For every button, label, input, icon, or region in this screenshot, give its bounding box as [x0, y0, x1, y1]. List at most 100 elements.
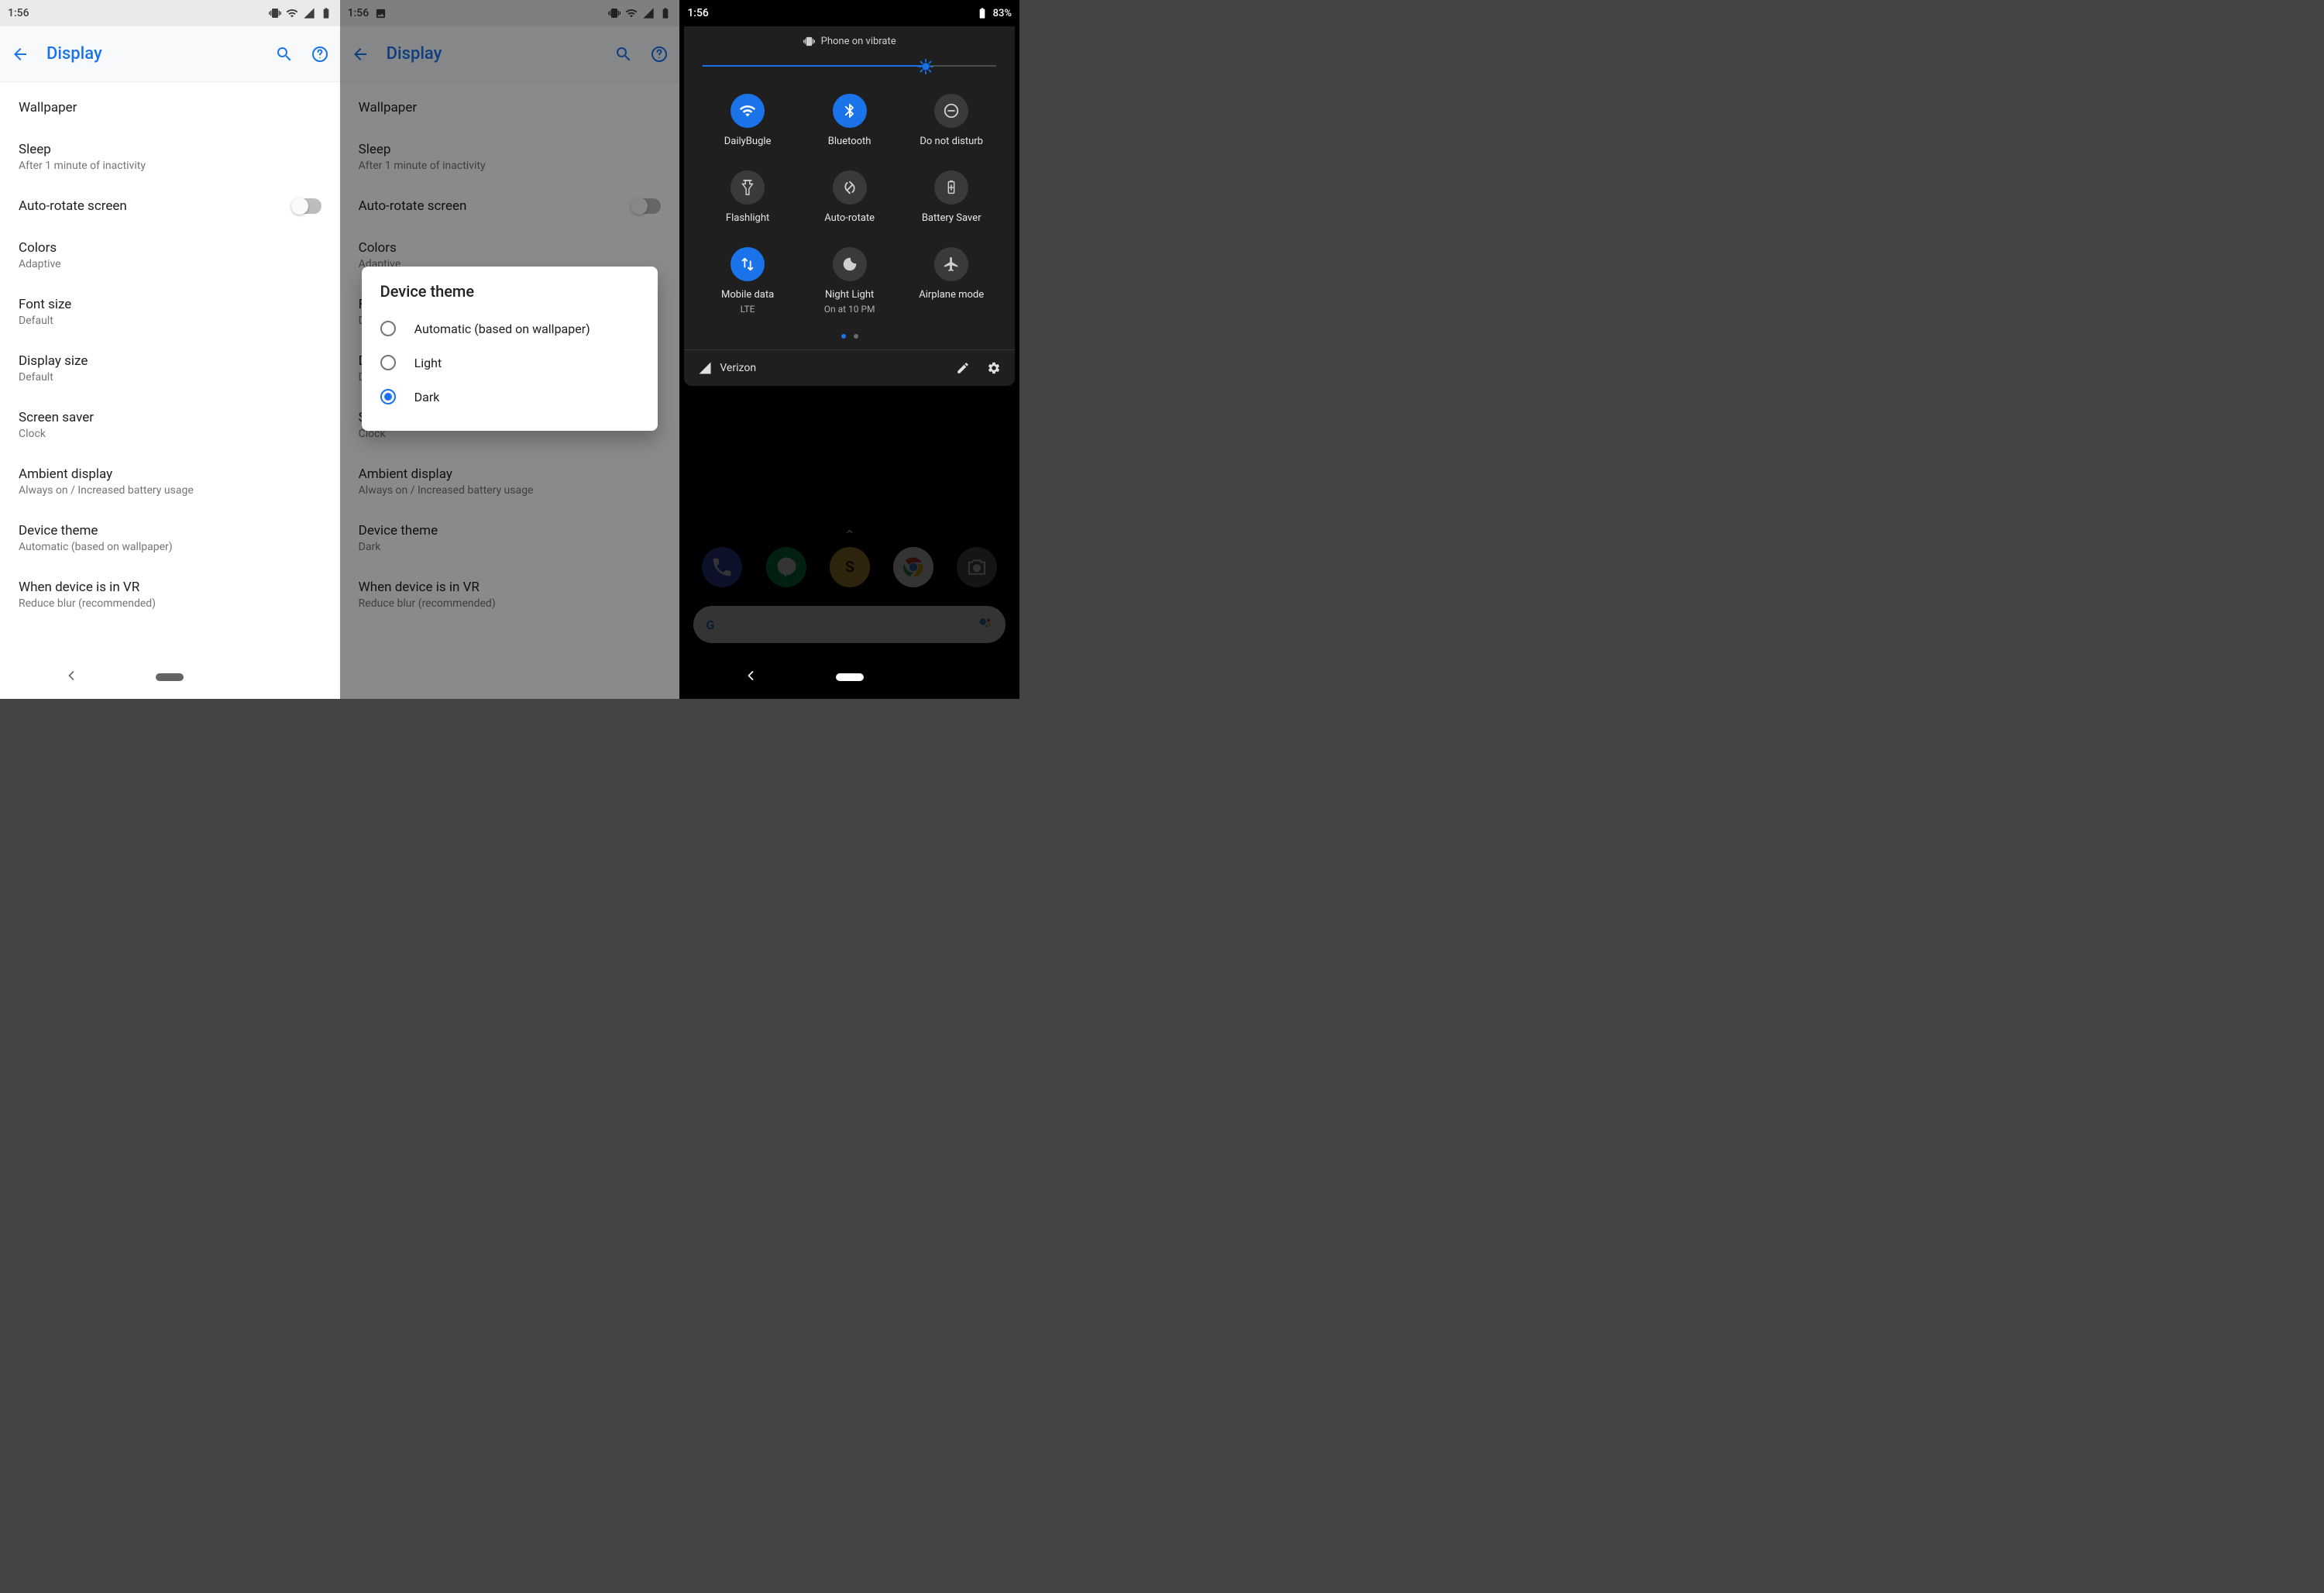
tile-label: Auto-rotate	[824, 212, 875, 224]
screenshot-display-settings: 1:56 Display Wallpaper Sleep After 1 minut…	[0, 0, 340, 699]
tile-label: Airplane mode	[919, 289, 984, 301]
wifi-icon	[731, 94, 765, 128]
plane-icon	[934, 247, 968, 281]
flash-icon	[731, 170, 765, 205]
radio-label: Light	[414, 356, 442, 370]
edit-icon[interactable]	[956, 361, 970, 375]
tile-label: Battery Saver	[922, 212, 982, 224]
brightness-slider[interactable]	[703, 55, 996, 77]
settings-list: Wallpaper Sleep After 1 minute of inactivi…	[0, 82, 340, 628]
item-subtitle: Default	[19, 315, 71, 327]
data-icon	[731, 247, 765, 281]
radio-circle-icon	[380, 389, 396, 404]
item-title: Wallpaper	[19, 100, 77, 115]
tile-label: Night Light	[825, 289, 874, 301]
radio-label: Automatic (based on wallpaper)	[414, 322, 590, 336]
status-icons	[269, 7, 332, 19]
qs-tile-mobile-data[interactable]: Mobile dataLTE	[696, 247, 799, 315]
radio-circle-icon	[380, 355, 396, 370]
settings-item-display-size[interactable]: Display sizeDefault	[0, 340, 340, 397]
battery-icon	[320, 7, 332, 19]
item-subtitle: After 1 minute of inactivity	[19, 160, 146, 172]
nav-back-icon[interactable]	[64, 668, 79, 686]
screenshot-theme-dialog: 1:56 Display WallpaperSleepAfter 1 minut…	[340, 0, 680, 699]
item-title: Sleep	[19, 142, 146, 157]
pager-dot	[841, 334, 846, 339]
qs-tile-dailybugle[interactable]: DailyBugle	[696, 94, 799, 147]
item-subtitle: Adaptive	[19, 258, 61, 270]
qs-tile-grid: DailyBugle Bluetooth Do not disturb Flashli…	[696, 88, 1002, 319]
nav-home-pill[interactable]	[156, 673, 184, 681]
item-title: Font size	[19, 297, 71, 312]
qs-tile-flashlight[interactable]: Flashlight	[696, 170, 799, 224]
brightness-thumb-icon[interactable]	[917, 58, 934, 75]
nav-bar	[679, 655, 1019, 699]
settings-item-when-device-is-in-vr[interactable]: When device is in VR Reduce blur (recomme…	[0, 566, 340, 623]
carrier-label: Verizon	[720, 362, 756, 374]
item-title: When device is in VR	[19, 580, 156, 595]
toggle-switch[interactable]	[294, 198, 321, 214]
qs-tile-airplane-mode[interactable]: Airplane mode	[900, 247, 1002, 315]
tile-label: Do not disturb	[920, 136, 983, 147]
battery-icon	[976, 7, 988, 19]
search-icon[interactable]	[275, 45, 294, 64]
tile-label: Flashlight	[726, 212, 769, 224]
slider-fill	[703, 65, 926, 67]
tile-label: DailyBugle	[724, 136, 772, 147]
settings-item-wallpaper[interactable]: Wallpaper	[0, 87, 340, 129]
screenshot-quick-settings: S ⌃ G 1:56 83% Phone on vibrate DailyBug…	[679, 0, 1019, 699]
settings-item-ambient-display[interactable]: Ambient display Always on / Increased bat…	[0, 453, 340, 510]
qs-header-text: Phone on vibrate	[821, 36, 896, 47]
page-title: Display	[46, 44, 258, 64]
gear-icon[interactable]	[987, 361, 1001, 375]
radio-circle-icon	[380, 321, 396, 336]
item-title: Display size	[19, 353, 88, 369]
quick-settings-panel: Phone on vibrate DailyBugle Bluetooth Do n…	[684, 26, 1015, 386]
vibrate-icon	[803, 36, 815, 47]
back-arrow-icon[interactable]	[11, 45, 29, 64]
tile-sublabel: On at 10 PM	[824, 304, 875, 315]
wifi-icon	[286, 7, 298, 19]
item-title: Ambient display	[19, 466, 194, 482]
settings-item-screen-saver[interactable]: Screen saverClock	[0, 397, 340, 453]
signal-icon	[698, 361, 712, 375]
radio-option-dark[interactable]: Dark	[380, 380, 640, 414]
tile-label: Bluetooth	[828, 136, 871, 147]
qs-header[interactable]: Phone on vibrate	[696, 34, 1002, 52]
app-bar: Display	[0, 26, 340, 82]
nav-back-icon[interactable]	[743, 668, 758, 686]
signal-icon	[303, 7, 315, 19]
item-title: Device theme	[19, 523, 173, 538]
device-theme-dialog: Device theme Automatic (based on wallpap…	[362, 267, 658, 431]
tile-sublabel: LTE	[741, 304, 755, 315]
settings-item-device-theme[interactable]: Device themeAutomatic (based on wallpape…	[0, 510, 340, 566]
settings-item-colors[interactable]: Colors Adaptive	[0, 227, 340, 284]
item-subtitle: Reduce blur (recommended)	[19, 597, 156, 610]
status-time: 1:56	[8, 7, 29, 19]
help-icon[interactable]	[311, 45, 329, 64]
settings-item-auto-rotate-screen[interactable]: Auto-rotate screen	[0, 185, 340, 227]
qs-tile-auto-rotate[interactable]: Auto-rotate	[799, 170, 901, 224]
qs-footer: Verizon	[684, 349, 1015, 386]
radio-option-light[interactable]: Light	[380, 346, 640, 380]
radio-option-automatic-based-on-wallpaper-[interactable]: Automatic (based on wallpaper)	[380, 311, 640, 346]
qs-tile-night-light[interactable]: Night Light On at 10 PM	[799, 247, 901, 315]
battery-pct: 83%	[993, 8, 1012, 19]
settings-item-sleep[interactable]: Sleep After 1 minute of inactivity	[0, 129, 340, 185]
item-subtitle: Always on / Increased battery usage	[19, 484, 194, 497]
dnd-icon	[934, 94, 968, 128]
settings-item-font-size[interactable]: Font size Default	[0, 284, 340, 340]
item-title: Colors	[19, 240, 61, 256]
moon-icon	[833, 247, 867, 281]
nav-bar	[0, 655, 340, 699]
item-title: Screen saver	[19, 410, 94, 425]
batt-icon	[934, 170, 968, 205]
nav-home-pill[interactable]	[836, 673, 864, 681]
qs-pager[interactable]	[696, 319, 1002, 345]
qs-tile-battery-saver[interactable]: Battery Saver	[900, 170, 1002, 224]
qs-tile-bluetooth[interactable]: Bluetooth	[799, 94, 901, 147]
pager-dot	[854, 334, 858, 339]
qs-tile-do-not-disturb[interactable]: Do not disturb	[900, 94, 1002, 147]
bt-icon	[833, 94, 867, 128]
vibrate-icon	[269, 7, 281, 19]
